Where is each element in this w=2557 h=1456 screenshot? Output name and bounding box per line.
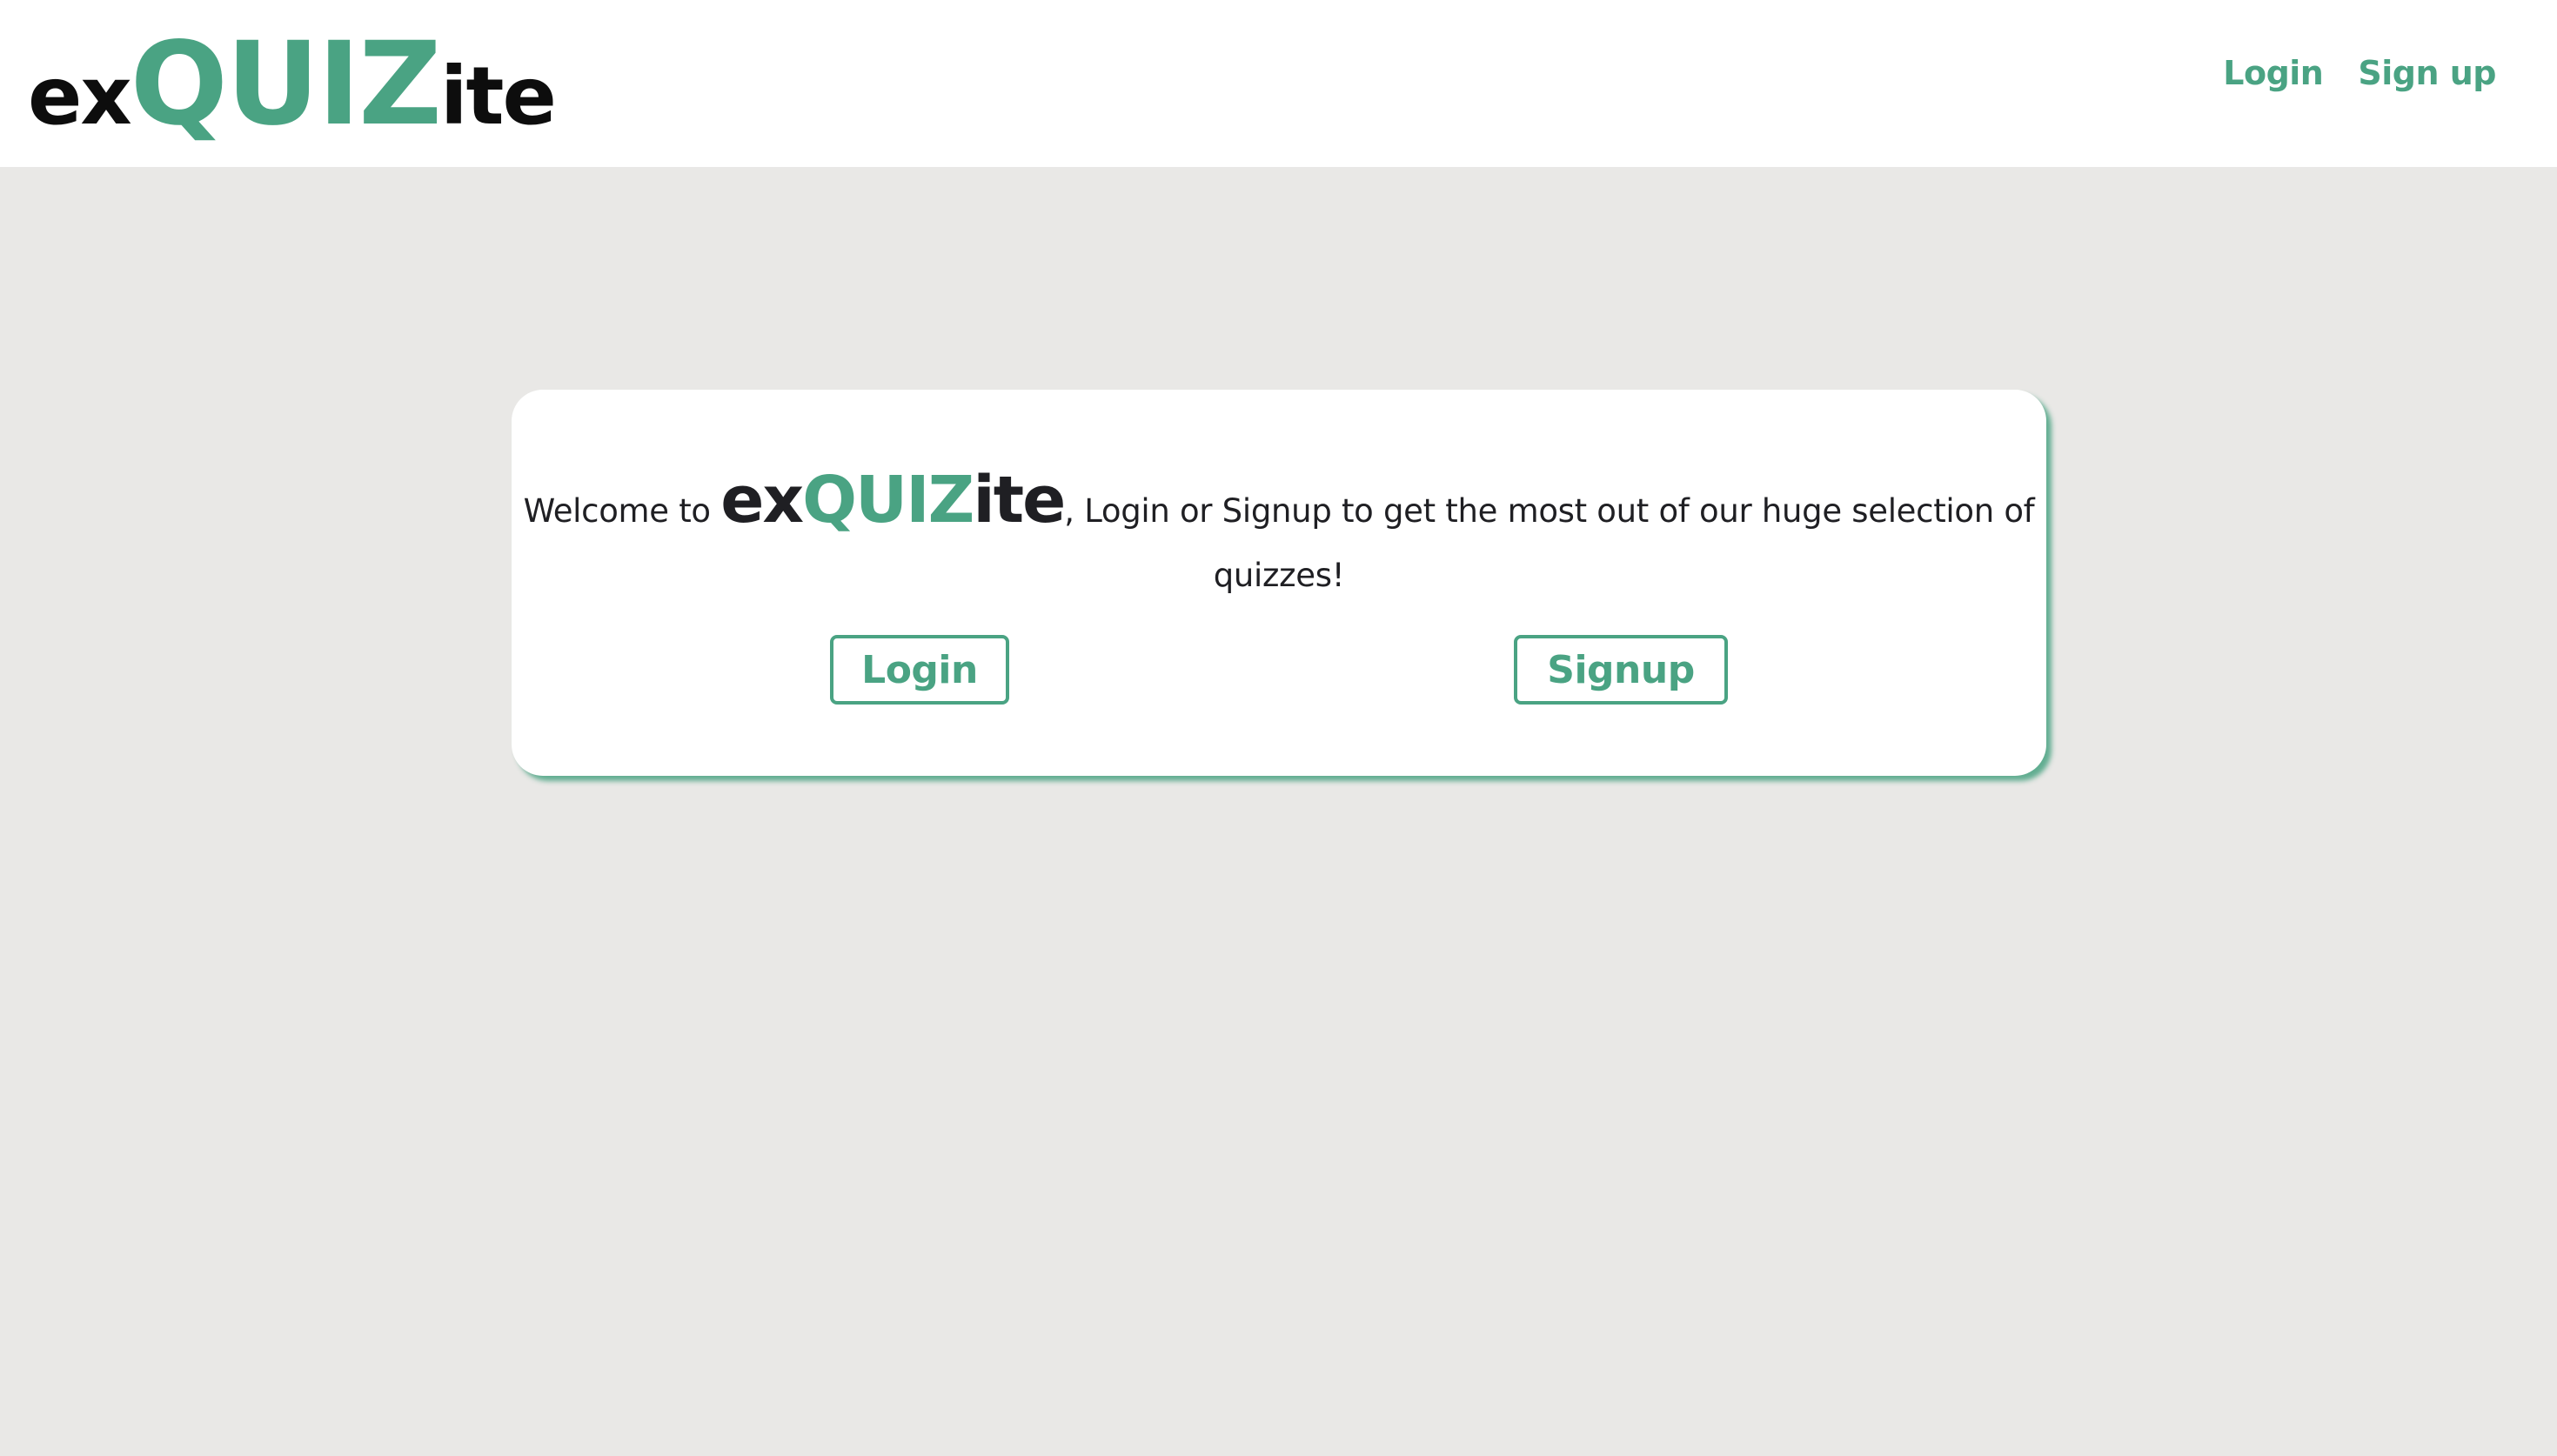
logo-prefix: ex — [28, 50, 132, 143]
login-button[interactable]: Login — [830, 635, 1009, 705]
logo-suffix: ite — [439, 50, 557, 143]
site-logo[interactable]: ex QUIZ ite — [28, 17, 557, 151]
nav-login-link[interactable]: Login — [2223, 54, 2324, 92]
brand-highlight: QUIZ — [802, 463, 974, 538]
signup-button[interactable]: Signup — [1514, 635, 1728, 705]
brand-suffix: ite — [973, 463, 1066, 538]
header-nav: Login Sign up — [2223, 54, 2496, 92]
welcome-card: Welcome to exQUIZite, Login or Signup to… — [512, 390, 2046, 776]
nav-signup-link[interactable]: Sign up — [2358, 54, 2496, 92]
welcome-suffix: , Login or Signup to get the most out of… — [1064, 492, 2035, 594]
welcome-message: Welcome to exQUIZite, Login or Signup to… — [512, 468, 2046, 608]
welcome-prefix: Welcome to — [523, 492, 721, 530]
logo-highlight: QUIZ — [130, 17, 442, 151]
top-header: ex QUIZ ite Login Sign up — [0, 0, 2557, 167]
welcome-brand: exQUIZite — [720, 463, 1066, 538]
brand-prefix: ex — [720, 463, 804, 538]
